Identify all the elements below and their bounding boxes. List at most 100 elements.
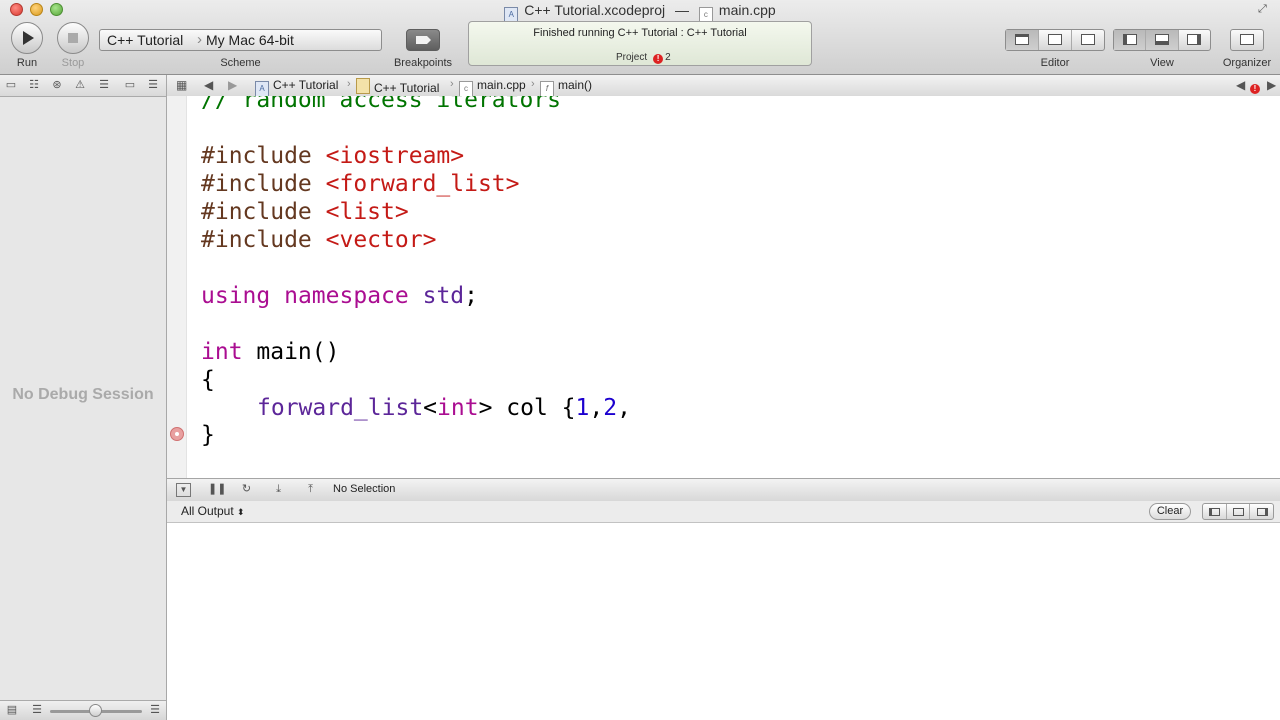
related-items-icon[interactable]: ▦ — [176, 78, 187, 92]
debug-selection-label: No Selection — [333, 483, 396, 495]
code-line-open-brace: { — [201, 366, 215, 394]
debug-navigator-icon[interactable]: ☰ — [98, 79, 110, 91]
search-icon[interactable]: ⊛ — [51, 79, 63, 91]
version-editor-button[interactable] — [1072, 30, 1104, 50]
jump-bar: ▦ ◀ ▶ A C++ Tutorial › C++ Tutorial › c ma… — [167, 75, 1280, 97]
navigator-toggle-button[interactable] — [1114, 30, 1147, 50]
folder-icon[interactable]: ▭ — [5, 79, 17, 91]
include-header: <iostream> — [325, 143, 465, 169]
current-file-name: main.cpp — [718, 2, 776, 18]
popup-arrows-icon: ⬍ — [237, 507, 245, 517]
breakpoint-icon[interactable] — [170, 427, 184, 441]
code-line-include-4: #include <vector> — [201, 226, 436, 254]
step-into-icon[interactable]: ⤓ — [272, 483, 285, 495]
detail-list-icon[interactable]: ☰ — [149, 704, 161, 716]
bottom-panel-icon — [1154, 34, 1169, 45]
fullscreen-icon[interactable]: ⤢ — [1258, 3, 1272, 17]
breakpoint-navigator-icon[interactable]: ▭ — [124, 79, 136, 91]
code-line-include-3: #include <list> — [201, 198, 409, 226]
punctuation: } — [201, 422, 215, 448]
window-toolbar: A C++ Tutorial.xcodeproj — c main.cpp ⤢ Ru… — [0, 0, 1280, 75]
jumpbar-function[interactable]: f main() — [540, 78, 592, 97]
punctuation: ; — [464, 283, 478, 309]
step-out-icon[interactable]: ⤒ — [304, 483, 317, 495]
debug-area-toggle-button[interactable] — [1146, 30, 1179, 50]
list-icon[interactable]: ☰ — [31, 704, 43, 716]
keyword: int — [201, 339, 243, 365]
assistant-editor-icon — [1048, 34, 1062, 45]
issue-error-icon[interactable]: ! — [1250, 79, 1260, 94]
code-line-include-1: #include <iostream> — [201, 142, 464, 170]
code-line-close-brace: } — [201, 421, 215, 449]
jumpbar-file[interactable]: c main.cpp — [459, 78, 526, 97]
view-label: View — [1150, 57, 1174, 69]
punctuation: { — [201, 367, 215, 393]
include-directive: #include — [201, 143, 312, 169]
output-filter-popup[interactable]: All Output ⬍ — [181, 504, 245, 518]
debug-bar: ▼ ❚❚ ↻ ⤓ ⤒ No Selection — [167, 478, 1280, 502]
stop-button[interactable] — [57, 22, 89, 54]
editor-gutter[interactable] — [167, 96, 187, 478]
source-editor[interactable]: // random access iterators #include <ios… — [167, 96, 1280, 478]
no-debug-session-label: No Debug Session — [12, 386, 154, 403]
project-file-name: C++ Tutorial.xcodeproj — [524, 2, 666, 18]
console-output[interactable] — [167, 523, 1280, 720]
activity-issues[interactable]: Project! 2 — [616, 52, 671, 64]
breakpoints-label: Breakpoints — [393, 57, 453, 69]
both-views-button[interactable] — [1227, 504, 1251, 519]
declaration-text: > col { — [478, 395, 576, 421]
organizer-button[interactable] — [1230, 29, 1264, 51]
code-line-include-2: #include <forward_list> — [201, 170, 520, 198]
activity-viewer: Finished running C++ Tutorial : C++ Tuto… — [468, 21, 812, 66]
include-header: <vector> — [325, 227, 437, 253]
jumpbar-group-label: C++ Tutorial — [374, 81, 440, 95]
jumpbar-project-label: C++ Tutorial — [273, 78, 339, 92]
console-view-control — [1202, 503, 1274, 520]
jumpbar-project[interactable]: A C++ Tutorial — [255, 78, 338, 97]
threads-filter-icon[interactable]: ▤ — [6, 704, 18, 716]
jumpbar-function-label: main() — [558, 78, 593, 92]
number-literal: 1 — [575, 395, 590, 421]
symbol-navigator-icon[interactable]: ☷ — [28, 79, 40, 91]
standard-editor-button[interactable] — [1006, 30, 1039, 50]
back-arrow-icon[interactable]: ◀ — [204, 78, 213, 92]
console-view-button[interactable] — [1250, 504, 1273, 519]
hide-debug-area-icon[interactable]: ▼ — [176, 483, 191, 497]
issue-warning-icon[interactable]: ⚠ — [74, 79, 86, 91]
log-navigator-icon[interactable]: ☰ — [147, 79, 159, 91]
jumpbar-file-label: main.cpp — [477, 78, 526, 92]
standard-editor-icon — [1015, 34, 1029, 45]
utilities-toggle-button[interactable] — [1179, 30, 1210, 50]
punctuation: < — [423, 395, 438, 421]
run-button[interactable] — [11, 22, 43, 54]
error-icon: ! — [653, 54, 664, 64]
variables-view-button[interactable] — [1203, 504, 1227, 519]
punctuation: , — [589, 395, 604, 421]
type-name: forward_list — [257, 395, 424, 421]
pause-icon[interactable]: ❚❚ — [208, 483, 226, 495]
jumpbar-chevron-icon: › — [347, 78, 351, 90]
run-label: Run — [16, 57, 38, 69]
comment-text: // random access iterators — [201, 96, 562, 113]
folder-icon — [356, 78, 370, 94]
previous-issue-icon[interactable]: ◀ — [1236, 78, 1245, 92]
assistant-editor-button[interactable] — [1039, 30, 1072, 50]
editor-label: Editor — [1040, 57, 1070, 69]
breakpoints-toggle-button[interactable] — [406, 29, 440, 51]
scheme-popup[interactable]: C++ Tutorial › My Mac 64-bit — [99, 29, 382, 51]
code-text[interactable]: // random access iterators #include <ios… — [201, 96, 631, 448]
clear-console-button[interactable]: Clear — [1149, 503, 1191, 520]
jumpbar-group[interactable]: C++ Tutorial — [356, 78, 439, 95]
next-issue-icon[interactable]: ▶ — [1267, 78, 1276, 92]
forward-arrow-icon[interactable]: ▶ — [228, 78, 237, 92]
error-icon: ! — [1250, 84, 1260, 94]
scheme-label: Scheme — [220, 57, 261, 69]
stop-label: Stop — [61, 57, 85, 69]
output-filter-label: All Output — [181, 504, 234, 518]
right-pane-icon — [1256, 507, 1268, 516]
include-header: <list> — [325, 199, 409, 225]
step-over-icon[interactable]: ↻ — [240, 483, 253, 495]
compression-slider-knob[interactable] — [89, 704, 102, 717]
activity-message: Finished running C++ Tutorial : C++ Tuto… — [533, 27, 747, 39]
window-title: A C++ Tutorial.xcodeproj — c main.cpp — [0, 2, 1280, 23]
